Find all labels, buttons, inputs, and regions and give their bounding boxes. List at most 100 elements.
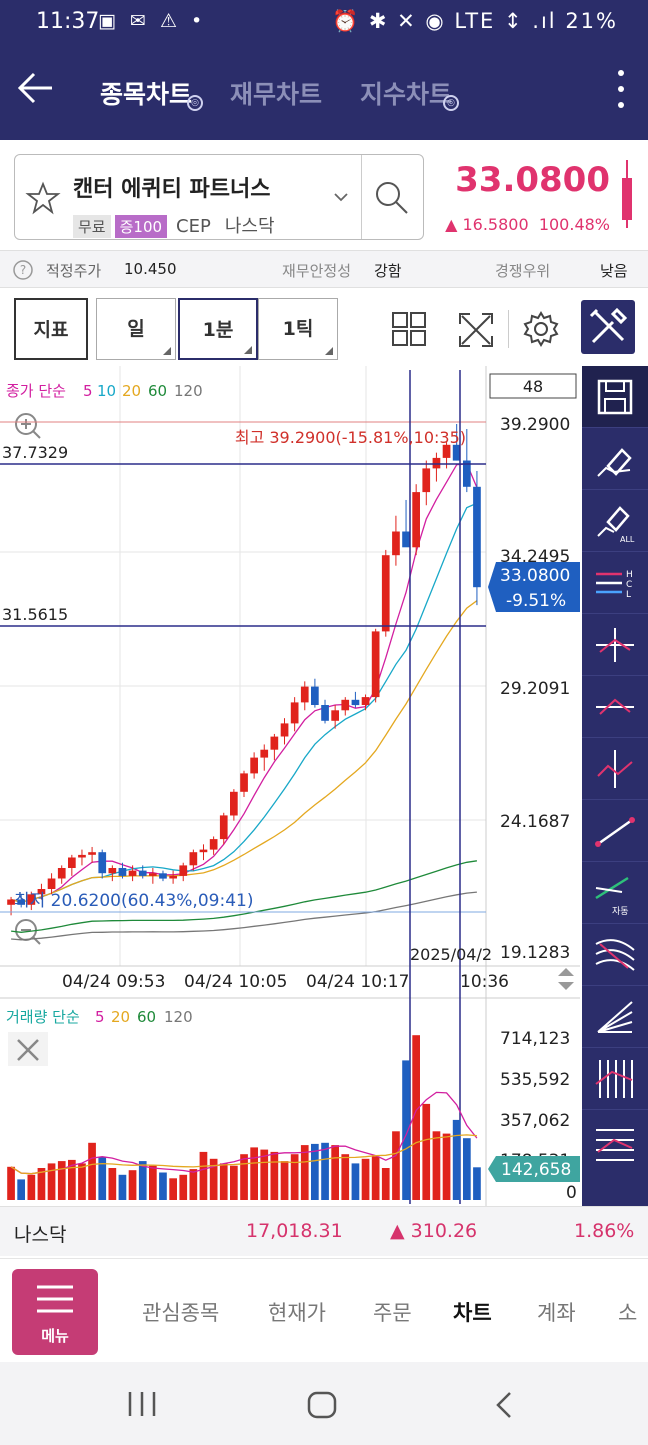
volume-bar bbox=[57, 1161, 66, 1200]
erase-all-tool[interactable]: ALL bbox=[582, 490, 648, 552]
index-strip[interactable]: 나스닥 17,018.31 ▲ 310.26 1.86% bbox=[0, 1206, 648, 1256]
drawing-tools-panel: ALL HCL 자동 bbox=[582, 366, 648, 1206]
eraser-tool[interactable] bbox=[582, 428, 648, 490]
chevron-down-icon[interactable] bbox=[333, 191, 349, 203]
volume-bar bbox=[351, 1163, 360, 1200]
candle-body bbox=[159, 873, 167, 879]
app-bar: 종목차트 ◎ 재무차트 지수차트 ◎ bbox=[0, 44, 648, 140]
home-icon[interactable] bbox=[306, 1390, 338, 1420]
favorite-star-icon[interactable] bbox=[25, 181, 61, 217]
save-icon bbox=[597, 379, 633, 415]
index-pct: 1.86% bbox=[574, 1220, 635, 1242]
channel-lines-icon bbox=[596, 1129, 634, 1161]
nav-more[interactable]: 소 bbox=[618, 1297, 637, 1327]
trend-line-tool[interactable] bbox=[582, 800, 648, 862]
x-label-2: 04/24 10:05 bbox=[184, 972, 287, 992]
cycle-tool[interactable] bbox=[582, 1048, 648, 1110]
ma-legend-60: 60 bbox=[148, 382, 167, 400]
ma-legend-prefix: 종가 단순 bbox=[6, 382, 66, 400]
tools-icon bbox=[589, 307, 628, 344]
tab-index-chart[interactable]: 지수차트 bbox=[360, 75, 452, 111]
max-annotation: 최고 39.2900(-15.81%,10:35) bbox=[235, 428, 466, 447]
ma-line-5 bbox=[10, 463, 478, 903]
nav-order[interactable]: 주문 bbox=[373, 1297, 412, 1327]
help-icon[interactable]: ? bbox=[12, 259, 34, 281]
volume-bar bbox=[280, 1161, 289, 1200]
more-menu-icon[interactable] bbox=[618, 70, 628, 114]
candle-body bbox=[260, 749, 269, 758]
volume-legend-60: 60 bbox=[137, 1008, 156, 1026]
volume-bar bbox=[442, 1133, 451, 1200]
change-abs: ▲ 16.5800 bbox=[445, 215, 529, 234]
arc-tool[interactable] bbox=[582, 924, 648, 986]
candle-body bbox=[381, 555, 390, 632]
cross-line-tool[interactable] bbox=[582, 614, 648, 676]
competitive-value: 낮음 bbox=[600, 262, 628, 280]
period-tick-button[interactable]: 1틱 bbox=[258, 298, 338, 360]
price-area: 33.0800 ▲ 16.5800 100.48% bbox=[430, 156, 640, 240]
chart-area[interactable]: 종가 단순 5 10 20 60 120 48 37.7329 31.5615 … bbox=[0, 366, 580, 1206]
ma-legend-20: 20 bbox=[122, 382, 141, 400]
candle-body bbox=[300, 686, 309, 703]
hcl-tool[interactable]: HCL bbox=[582, 552, 648, 614]
candle-body bbox=[128, 870, 137, 876]
zoom-in-icon[interactable] bbox=[15, 413, 41, 439]
svg-text:H: H bbox=[626, 570, 633, 580]
volume-legend-20: 20 bbox=[111, 1008, 130, 1026]
tab-financial-chart[interactable]: 재무차트 bbox=[230, 75, 322, 111]
drawing-tools-button[interactable] bbox=[581, 300, 635, 354]
menu-button[interactable]: 메뉴 bbox=[12, 1269, 98, 1355]
volume-bar bbox=[108, 1168, 117, 1200]
back-arrow-icon[interactable] bbox=[16, 68, 56, 108]
nav-watchlist[interactable]: 관심종목 bbox=[142, 1297, 219, 1327]
svg-text:자동: 자동 bbox=[612, 906, 629, 917]
volume-bar bbox=[300, 1145, 309, 1200]
nav-account[interactable]: 계좌 bbox=[537, 1297, 576, 1327]
save-tool[interactable] bbox=[582, 366, 648, 428]
volume-bar bbox=[250, 1147, 258, 1200]
candle-body bbox=[78, 854, 86, 858]
tab-stock-chart[interactable]: 종목차트 bbox=[100, 75, 192, 111]
settings-gear-icon[interactable] bbox=[522, 310, 560, 348]
status-time: 11:37 bbox=[36, 9, 100, 34]
volume-legend-5: 5 bbox=[95, 1008, 105, 1026]
fin-stability-label: 재무안정성 bbox=[282, 262, 352, 280]
volume-bar bbox=[402, 1060, 410, 1200]
candle-body bbox=[88, 852, 96, 855]
fan-tool[interactable] bbox=[582, 986, 648, 1048]
cycle-lines-icon bbox=[595, 1060, 633, 1098]
auto-trend-tool[interactable]: 자동 bbox=[582, 862, 648, 924]
candle-body bbox=[108, 868, 117, 874]
erase-all-icon: ALL bbox=[597, 506, 635, 544]
period-1min-button[interactable]: 1분 bbox=[178, 298, 258, 360]
scroll-arrows-icon[interactable] bbox=[558, 968, 574, 990]
horizontal-line-tool[interactable] bbox=[582, 676, 648, 738]
indicator-button[interactable]: 지표 bbox=[14, 298, 88, 360]
hline-low-label: 31.5615 bbox=[2, 605, 68, 624]
nav-quote[interactable]: 현재가 bbox=[268, 1297, 326, 1327]
layout-grid-icon[interactable] bbox=[390, 310, 428, 348]
recent-apps-icon[interactable] bbox=[126, 1390, 158, 1418]
volume-bar bbox=[473, 1167, 481, 1200]
search-icon[interactable] bbox=[371, 177, 411, 217]
menu-label: 메뉴 bbox=[41, 1327, 69, 1345]
vertical-line-tool[interactable] bbox=[582, 738, 648, 800]
channel-tool[interactable] bbox=[582, 1110, 648, 1172]
candle-body bbox=[311, 686, 319, 705]
volume-bar bbox=[240, 1154, 248, 1200]
candle-body bbox=[189, 852, 198, 866]
chart-svg[interactable]: 종가 단순 5 10 20 60 120 48 37.7329 31.5615 … bbox=[0, 366, 580, 1206]
candle-body bbox=[250, 757, 258, 774]
vol-tick-2: 535,592 bbox=[500, 1070, 570, 1090]
close-volume-icon[interactable] bbox=[8, 1032, 48, 1066]
candle-body bbox=[68, 857, 76, 868]
fullscreen-icon[interactable] bbox=[456, 310, 496, 350]
candle-body bbox=[422, 468, 431, 493]
period-day-button[interactable]: 일 bbox=[96, 298, 176, 360]
index-name: 나스닥 bbox=[14, 1224, 67, 1246]
nav-chart[interactable]: 차트 bbox=[453, 1297, 492, 1327]
volume-bar bbox=[321, 1142, 329, 1200]
back-nav-icon[interactable] bbox=[494, 1390, 514, 1420]
volume-bar bbox=[169, 1178, 177, 1200]
stock-selector[interactable]: 캔터 에퀴티 파트너스 무료 증100 CEP 나스닥 bbox=[14, 154, 424, 240]
